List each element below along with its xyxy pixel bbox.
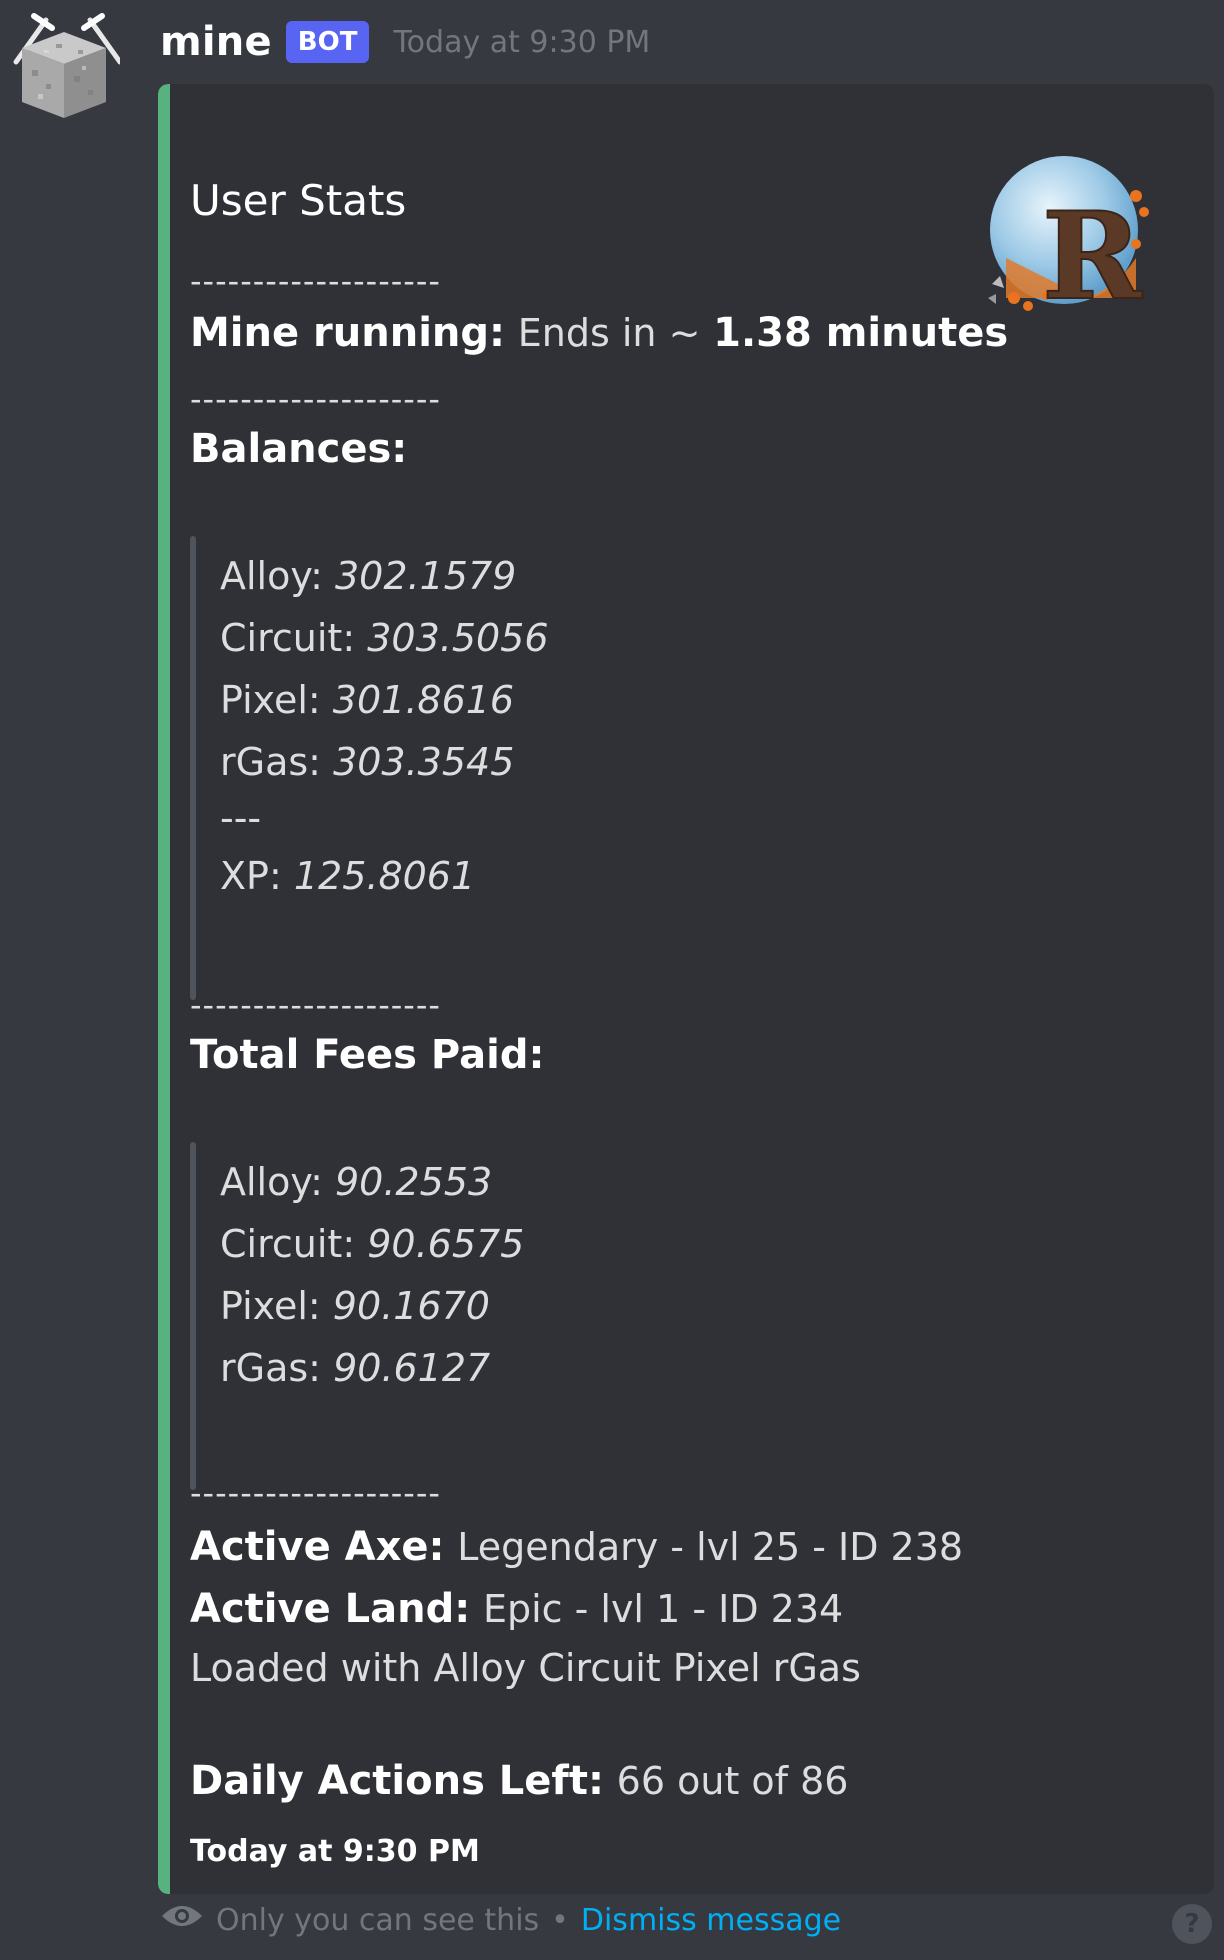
active-land-row: Active Land: Epic - lvl 1 - ID 234 xyxy=(190,1586,843,1632)
balances-quote-bar xyxy=(190,536,196,1000)
daily-actions-row: Daily Actions Left: 66 out of 86 xyxy=(190,1758,848,1804)
xp-label: XP: xyxy=(220,854,282,898)
fee-value: 90.1670 xyxy=(332,1284,490,1328)
bot-message: mine BOT Today at 9:30 PM R User Stats -… xyxy=(0,0,1224,1960)
balance-label: rGas: xyxy=(220,740,321,784)
xp-row: XP: 125.8061 xyxy=(220,854,475,898)
active-axe-row: Active Axe: Legendary - lvl 25 - ID 238 xyxy=(190,1524,963,1570)
balance-value: 302.1579 xyxy=(334,554,517,598)
divider: -------------------- xyxy=(190,986,441,1024)
fees-quote-bar xyxy=(190,1142,196,1490)
username[interactable]: mine xyxy=(160,19,272,65)
balances-heading: Balances: xyxy=(190,426,407,472)
help-icon[interactable]: ? xyxy=(1172,1904,1212,1944)
balances-separator: --- xyxy=(220,796,262,840)
mine-running-label: Mine running: xyxy=(190,310,506,356)
fees-heading: Total Fees Paid: xyxy=(190,1032,544,1078)
dismiss-message-link[interactable]: Dismiss message xyxy=(581,1903,841,1938)
xp-value: 125.8061 xyxy=(293,854,476,898)
fee-label: rGas: xyxy=(220,1346,321,1390)
bot-avatar[interactable] xyxy=(8,10,123,122)
balance-row-alloy: Alloy: 302.1579 xyxy=(220,554,516,598)
embed-accent-bar xyxy=(158,84,170,1894)
balance-value: 303.3545 xyxy=(333,740,515,784)
loaded-with: Loaded with Alloy Circuit Pixel rGas xyxy=(190,1646,861,1690)
stone-cube-pickaxe-icon xyxy=(13,13,123,118)
embed-footer-timestamp: Today at 9:30 PM xyxy=(190,1834,480,1869)
fee-row-rgas: rGas: 90.6127 xyxy=(220,1346,490,1390)
fee-row-pixel: Pixel: 90.1670 xyxy=(220,1284,490,1328)
ephemeral-text: Only you can see this xyxy=(216,1902,540,1938)
divider: -------------------- xyxy=(190,262,441,300)
divider: -------------------- xyxy=(190,1474,441,1512)
fee-value: 90.6575 xyxy=(367,1222,525,1266)
active-axe-value: Legendary - lvl 25 - ID 238 xyxy=(457,1525,964,1569)
balance-row-pixel: Pixel: 301.8616 xyxy=(220,678,514,722)
active-land-value: Epic - lvl 1 - ID 234 xyxy=(482,1587,844,1631)
balance-row-rgas: rGas: 303.3545 xyxy=(220,740,514,784)
fee-value: 90.6127 xyxy=(333,1346,491,1390)
daily-actions-value: 66 out of 86 xyxy=(616,1759,849,1803)
mine-running-row: Mine running: Ends in ~ 1.38 minutes xyxy=(190,310,1008,356)
mine-running-prefix: Ends in ~ xyxy=(517,311,701,355)
svg-text:R: R xyxy=(1042,186,1143,318)
balance-value: 301.8616 xyxy=(332,678,515,722)
daily-actions-label: Daily Actions Left: xyxy=(190,1758,604,1804)
fee-value: 90.2553 xyxy=(334,1160,493,1204)
r-badge-icon: R xyxy=(988,156,1149,328)
separator-dot: • xyxy=(551,1902,569,1938)
ephemeral-notice: Only you can see this • Dismiss message xyxy=(160,1896,841,1944)
mine-running-value: 1.38 minutes xyxy=(713,310,1009,356)
fee-label: Alloy: xyxy=(220,1160,323,1204)
balance-label: Circuit: xyxy=(220,616,356,660)
embed: R User Stats -------------------- Mine r… xyxy=(158,84,1214,1894)
embed-thumbnail[interactable]: R xyxy=(986,148,1156,328)
message-header: mine BOT Today at 9:30 PM xyxy=(160,14,650,70)
balance-label: Alloy: xyxy=(220,554,323,598)
embed-title: User Stats xyxy=(190,176,407,225)
bot-badge: BOT xyxy=(285,21,370,63)
active-axe-label: Active Axe: xyxy=(190,1524,445,1570)
balances-label: Balances: xyxy=(190,426,408,472)
message-timestamp[interactable]: Today at 9:30 PM xyxy=(393,25,650,60)
eye-icon xyxy=(160,1902,204,1938)
fee-label: Circuit: xyxy=(220,1222,356,1266)
fees-label: Total Fees Paid: xyxy=(190,1032,545,1078)
active-land-label: Active Land: xyxy=(190,1586,471,1632)
divider: -------------------- xyxy=(190,380,441,418)
fee-label: Pixel: xyxy=(220,1284,321,1328)
fee-row-circuit: Circuit: 90.6575 xyxy=(220,1222,524,1266)
balance-label: Pixel: xyxy=(220,678,321,722)
balance-value: 303.5056 xyxy=(367,616,549,660)
balance-row-circuit: Circuit: 303.5056 xyxy=(220,616,549,660)
fee-row-alloy: Alloy: 90.2553 xyxy=(220,1160,492,1204)
